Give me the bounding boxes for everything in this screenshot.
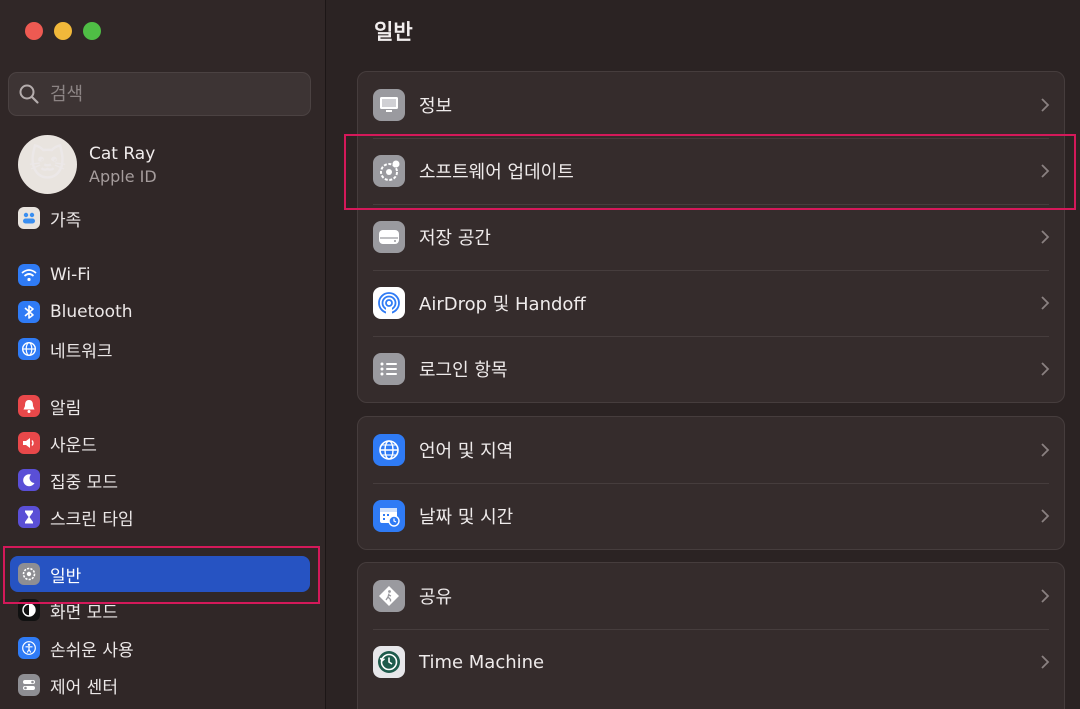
window-controls [25, 22, 101, 40]
sidebar-item-label: 제어 센터 [50, 677, 118, 698]
sidebar-item-label: 사운드 [50, 435, 97, 456]
chevron-right-icon [1041, 98, 1050, 112]
row-airdrop-handoff[interactable]: AirDrop 및 Handoff [358, 270, 1064, 336]
gear-badge-icon [373, 155, 405, 187]
sidebar-item-bluetooth[interactable]: Bluetooth [10, 294, 310, 330]
wifi-icon [18, 264, 40, 286]
hourglass-icon [18, 506, 40, 528]
row-storage[interactable]: 저장 공간 [358, 204, 1064, 270]
sharing-icon [373, 580, 405, 612]
chevron-right-icon [1041, 230, 1050, 244]
settings-group-locale: 언어 및 지역 날짜 및 시간 [357, 416, 1065, 550]
avatar: 🐱 [18, 135, 77, 194]
minimize-button[interactable] [54, 22, 72, 40]
computer-icon [373, 89, 405, 121]
sidebar-item-label: Wi-Fi [50, 265, 91, 285]
sidebar-item-notifications[interactable]: 알림 [10, 388, 310, 424]
profile-subtitle: Apple ID [89, 166, 157, 186]
globe-icon [18, 338, 40, 360]
sidebar-item-accessibility[interactable]: 손쉬운 사용 [10, 630, 310, 666]
search-icon [19, 84, 39, 104]
apple-id-profile[interactable]: 🐱 Cat Ray Apple ID [18, 135, 157, 194]
row-about[interactable]: 정보 [358, 72, 1064, 138]
bell-icon [18, 395, 40, 417]
sidebar-item-screen-time[interactable]: 스크린 타임 [10, 499, 310, 535]
bluetooth-icon [18, 301, 40, 323]
row-sharing[interactable]: 공유 [358, 563, 1064, 629]
sidebar-item-label: 스크린 타임 [50, 509, 134, 530]
row-label: 정보 [419, 96, 453, 117]
moon-icon [18, 469, 40, 491]
accessibility-icon [18, 637, 40, 659]
gear-icon [18, 563, 40, 585]
settings-group-sharing: 공유 Time Machine [357, 562, 1065, 709]
sidebar-item-label: 화면 모드 [50, 602, 118, 623]
row-label: 로그인 항목 [419, 360, 508, 381]
chevron-right-icon [1041, 655, 1050, 669]
row-label: Time Machine [419, 651, 545, 673]
row-date-time[interactable]: 날짜 및 시간 [358, 483, 1064, 549]
sidebar-item-family[interactable]: 가족 [10, 200, 310, 236]
row-label: 소프트웨어 업데이트 [419, 162, 574, 183]
search-input[interactable] [50, 83, 290, 105]
row-label: 언어 및 지역 [419, 441, 514, 462]
list-icon [373, 353, 405, 385]
time-machine-icon [373, 646, 405, 678]
sidebar-item-sound[interactable]: 사운드 [10, 425, 310, 461]
sidebar-item-label: Bluetooth [50, 302, 133, 322]
sidebar-item-network[interactable]: 네트워크 [10, 331, 310, 367]
settings-group-system: 정보 소프트웨어 업데이트 저장 공간 AirDrop 및 Handoff 로그… [357, 71, 1065, 403]
row-software-update[interactable]: 소프트웨어 업데이트 [358, 138, 1064, 204]
sidebar-item-label: 가족 [50, 210, 82, 231]
row-time-machine[interactable]: Time Machine [358, 629, 1064, 695]
sidebar-item-appearance[interactable]: 화면 모드 [10, 592, 310, 628]
chevron-right-icon [1041, 296, 1050, 310]
row-label: 공유 [419, 587, 453, 608]
family-icon [18, 207, 40, 229]
sidebar-item-label: 집중 모드 [50, 472, 118, 493]
appearance-icon [18, 599, 40, 621]
airdrop-icon [373, 287, 405, 319]
sidebar-item-focus[interactable]: 집중 모드 [10, 462, 310, 498]
zoom-button[interactable] [83, 22, 101, 40]
row-language-region[interactable]: 언어 및 지역 [358, 417, 1064, 483]
profile-name: Cat Ray [89, 143, 156, 164]
sidebar-item-label: 네트워크 [50, 341, 113, 362]
speaker-icon [18, 432, 40, 454]
sidebar-item-general[interactable]: 일반 [10, 556, 310, 592]
sidebar-item-label: 손쉬운 사용 [50, 640, 134, 661]
page-title: 일반 [374, 20, 413, 44]
row-label: AirDrop 및 Handoff [419, 294, 586, 315]
sidebar: 🐱 Cat Ray Apple ID 가족 Wi-Fi Bluetooth 네트… [0, 0, 326, 709]
globe-icon [373, 434, 405, 466]
chevron-right-icon [1041, 589, 1050, 603]
sidebar-item-control-center[interactable]: 제어 센터 [10, 667, 310, 703]
row-label: 저장 공간 [419, 228, 491, 249]
row-login-items[interactable]: 로그인 항목 [358, 336, 1064, 402]
search-field[interactable] [8, 72, 311, 116]
chevron-right-icon [1041, 443, 1050, 457]
chevron-right-icon [1041, 509, 1050, 523]
chevron-right-icon [1041, 164, 1050, 178]
main-pane: 일반 정보 소프트웨어 업데이트 저장 공간 AirDrop 및 Handoff… [327, 0, 1080, 709]
sidebar-item-wifi[interactable]: Wi-Fi [10, 257, 310, 293]
control-center-icon [18, 674, 40, 696]
sidebar-item-label: 알림 [50, 398, 82, 419]
calendar-clock-icon [373, 500, 405, 532]
row-label: 날짜 및 시간 [419, 507, 514, 528]
chevron-right-icon [1041, 362, 1050, 376]
sidebar-item-label: 일반 [50, 566, 82, 587]
drive-icon [373, 221, 405, 253]
close-button[interactable] [25, 22, 43, 40]
